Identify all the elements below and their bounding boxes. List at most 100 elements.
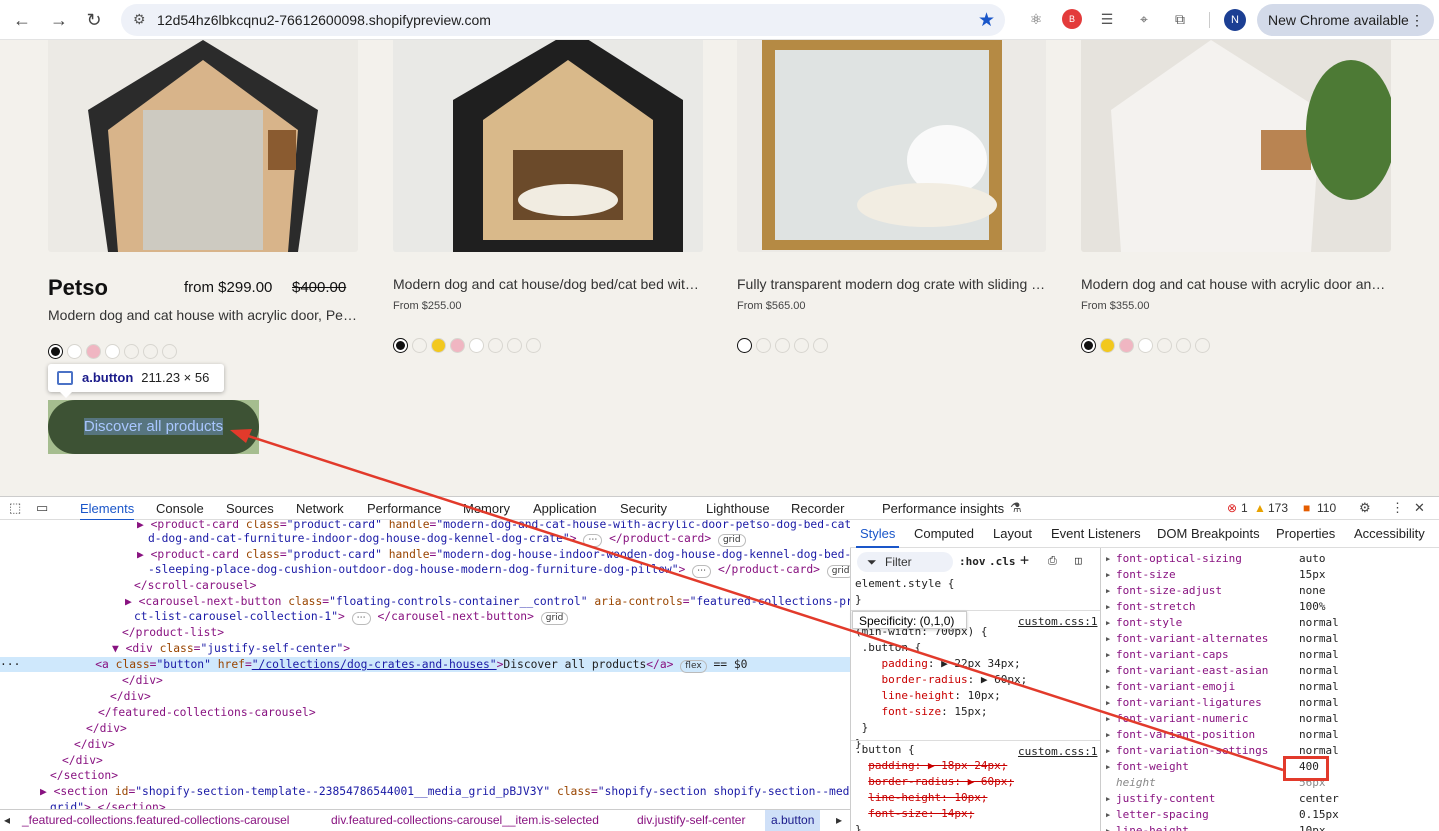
devtools-menu-icon[interactable]: ⋮ xyxy=(1391,500,1404,516)
swatch-black[interactable] xyxy=(393,338,408,353)
settings-gear-icon[interactable]: ⚙ xyxy=(1359,500,1371,516)
dom-node[interactable]: ▼ <div class="justify-self-center"> xyxy=(112,641,350,656)
computed-property-row[interactable]: font-variant-position normal xyxy=(1101,727,1439,743)
extension-red-icon[interactable]: B xyxy=(1062,9,1082,29)
hov-toggle[interactable]: :hov xyxy=(959,554,986,570)
dom-node[interactable]: grid"> </section> xyxy=(50,800,166,809)
product-image-2[interactable] xyxy=(393,40,703,252)
discover-all-products-button[interactable]: Discover all products xyxy=(48,400,259,454)
styles-filter-input[interactable]: ⏷ Filter xyxy=(857,552,953,572)
dom-node[interactable]: </featured-collections-carousel> xyxy=(98,705,316,720)
swatch-light[interactable] xyxy=(143,344,158,359)
paint-icon[interactable]: ⎙ xyxy=(1048,553,1057,569)
dom-node[interactable]: -sleeping-place-dog-cushion-outdoor-dog-… xyxy=(148,562,850,578)
swatch-light[interactable] xyxy=(526,338,541,353)
inspect-element-icon[interactable]: ⬚ xyxy=(9,500,21,516)
react-devtools-icon[interactable]: ⚛ xyxy=(1026,9,1046,29)
dom-node[interactable]: </div> xyxy=(86,721,127,736)
tab-styles[interactable]: Styles xyxy=(855,526,900,548)
swatch-light[interactable] xyxy=(1195,338,1210,353)
product-image-petso[interactable] xyxy=(48,40,358,252)
more-menu-icon[interactable]: ⋮ xyxy=(1410,4,1424,36)
swatch-light[interactable] xyxy=(488,338,503,353)
dom-node[interactable]: ct-list-carousel-collection-1"> ⋯ </caro… xyxy=(134,609,569,625)
extension-bars-icon[interactable]: ☰ xyxy=(1097,9,1117,29)
reload-icon[interactable]: ↻ xyxy=(82,8,106,32)
swatch-white[interactable] xyxy=(67,344,82,359)
swatch-light[interactable] xyxy=(1176,338,1191,353)
tab-memory[interactable]: Memory xyxy=(463,497,510,521)
computed-property-row[interactable]: font-variant-ligatures normal xyxy=(1101,695,1439,711)
elements-tree[interactable]: ▶ <product-card class="product-card" han… xyxy=(0,520,850,809)
sidebar-toggle-icon[interactable]: ◫ xyxy=(1075,553,1082,569)
extensions-puzzle-icon[interactable]: ⧉ xyxy=(1170,9,1190,29)
computed-property-row[interactable]: font-variant-caps normal xyxy=(1101,647,1439,663)
close-devtools-icon[interactable]: ✕ xyxy=(1414,500,1425,516)
tab-dom-breakpoints[interactable]: DOM Breakpoints xyxy=(1157,526,1260,541)
issues-count[interactable]: 110 xyxy=(1317,501,1336,515)
computed-property-row[interactable]: font-style normal xyxy=(1101,615,1439,631)
site-info-icon[interactable]: ⚙ xyxy=(133,11,146,28)
swatch-light[interactable] xyxy=(507,338,522,353)
tab-performance[interactable]: Performance xyxy=(367,497,441,521)
selected-dom-node[interactable]: ··· <a class="button" href="/collections… xyxy=(0,657,850,673)
forward-icon[interactable]: → xyxy=(47,8,71,32)
css-source-link[interactable]: custom.css:1 xyxy=(1018,744,1097,760)
swatch-yellow[interactable] xyxy=(431,338,446,353)
swatch-white[interactable] xyxy=(469,338,484,353)
computed-property-row[interactable]: line-height 10px xyxy=(1101,823,1439,831)
swatch-light[interactable] xyxy=(813,338,828,353)
tab-properties[interactable]: Properties xyxy=(1276,526,1335,541)
tab-recorder[interactable]: Recorder xyxy=(791,497,844,521)
product-description[interactable]: Modern dog and cat house with acrylic do… xyxy=(48,307,358,323)
chrome-update-button[interactable]: New Chrome available ⋮ xyxy=(1257,4,1434,36)
media-rule[interactable]: (min-width: 700px) { .button { padding: … xyxy=(855,624,1027,752)
location-pin-icon[interactable]: ⌖ xyxy=(1134,9,1154,29)
tab-event-listeners[interactable]: Event Listeners xyxy=(1051,526,1141,541)
computed-property-row[interactable]: height 56px xyxy=(1101,775,1439,791)
new-rule-icon[interactable]: + xyxy=(1020,552,1029,568)
breadcrumb-item-active[interactable]: a.button xyxy=(765,810,821,831)
dom-node[interactable]: ▶ <carousel-next-button class="floating-… xyxy=(125,594,850,609)
tab-security[interactable]: Security xyxy=(620,497,667,521)
tab-console[interactable]: Console xyxy=(156,497,204,521)
product-image-3[interactable] xyxy=(737,40,1046,252)
swatch-black[interactable] xyxy=(1081,338,1096,353)
dom-node[interactable]: ▶ <section id="shopify-section-template-… xyxy=(40,784,850,799)
swatch-pink[interactable] xyxy=(1119,338,1134,353)
breadcrumb-item[interactable]: div.justify-self-center xyxy=(637,810,745,831)
element-style-rule[interactable]: element.style { } xyxy=(855,576,954,608)
tab-lighthouse[interactable]: Lighthouse xyxy=(706,497,770,521)
computed-property-row[interactable]: font-variant-numeric normal xyxy=(1101,711,1439,727)
css-source-link[interactable]: custom.css:1 xyxy=(1018,614,1097,630)
tab-application[interactable]: Application xyxy=(533,497,597,521)
swatch-light[interactable] xyxy=(1157,338,1172,353)
swatch-light[interactable] xyxy=(124,344,139,359)
dom-node[interactable]: </scroll-carousel> xyxy=(134,578,256,593)
dom-node[interactable]: </div> xyxy=(110,689,151,704)
dom-node[interactable]: </div> xyxy=(74,737,115,752)
product-title-2[interactable]: Modern dog and cat house/dog bed/cat bed… xyxy=(393,276,703,292)
breadcrumb-scroll-left-icon[interactable]: ◂ xyxy=(4,810,10,831)
tab-elements[interactable]: Elements xyxy=(80,497,135,521)
swatch-white[interactable] xyxy=(737,338,752,353)
swatch-pink[interactable] xyxy=(450,338,465,353)
warning-count[interactable]: 173 xyxy=(1268,501,1288,515)
dom-node[interactable]: </product-list> xyxy=(122,625,224,640)
swatch-pink[interactable] xyxy=(86,344,101,359)
dom-node[interactable]: </div> xyxy=(62,753,103,768)
tab-network[interactable]: Network xyxy=(296,497,344,521)
dom-node[interactable]: ▶ <product-card class="product-card" han… xyxy=(137,547,850,562)
swatch-white[interactable] xyxy=(1138,338,1153,353)
breadcrumb-item[interactable]: _featured-collections.featured-collectio… xyxy=(22,810,289,831)
product-title-3[interactable]: Fully transparent modern dog crate with … xyxy=(737,276,1047,292)
dom-node[interactable]: </section> xyxy=(50,768,118,783)
tab-accessibility[interactable]: Accessibility xyxy=(1354,526,1425,541)
error-count[interactable]: 1 xyxy=(1241,501,1248,515)
computed-property-row[interactable]: font-size 15px xyxy=(1101,567,1439,583)
computed-property-row[interactable]: font-variant-east-asian normal xyxy=(1101,663,1439,679)
cls-toggle[interactable]: .cls xyxy=(989,554,1016,570)
swatch-light[interactable] xyxy=(162,344,177,359)
swatch-light[interactable] xyxy=(794,338,809,353)
swatch-black[interactable] xyxy=(48,344,63,359)
